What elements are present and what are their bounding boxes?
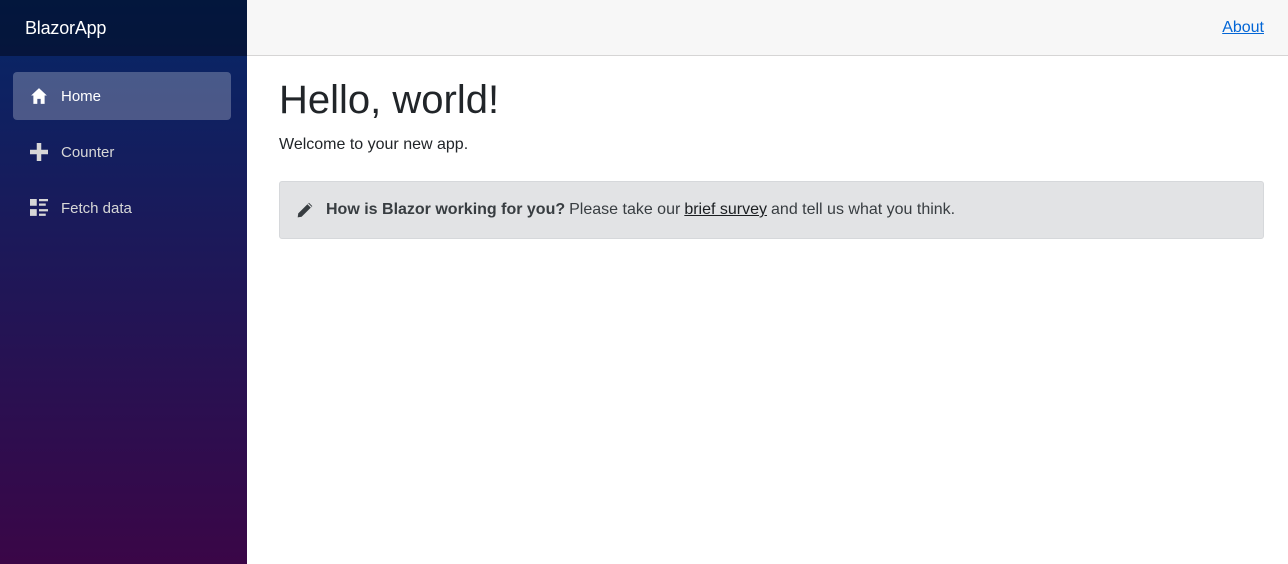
main-area: About Hello, world! Welcome to your new … bbox=[247, 0, 1288, 564]
content: Hello, world! Welcome to your new app. H… bbox=[247, 56, 1288, 239]
brand-bar: BlazorApp bbox=[0, 0, 247, 56]
about-link[interactable]: About bbox=[1222, 19, 1264, 37]
sidebar-nav: Home Counter Fetch data bbox=[0, 56, 247, 232]
pencil-icon bbox=[296, 201, 314, 219]
nav-item-label: Fetch data bbox=[61, 199, 132, 217]
survey-link[interactable]: brief survey bbox=[684, 201, 767, 219]
brand-link[interactable]: BlazorApp bbox=[25, 18, 106, 39]
survey-suffix: and tell us what you think. bbox=[771, 201, 956, 218]
nav-item-counter[interactable]: Counter bbox=[13, 128, 231, 176]
list-rich-icon bbox=[29, 198, 49, 218]
nav-item-fetch-data[interactable]: Fetch data bbox=[13, 184, 231, 232]
survey-prompt: How is Blazor working for you? Please ta… bbox=[279, 181, 1264, 239]
plus-icon bbox=[29, 142, 49, 162]
nav-item-home[interactable]: Home bbox=[13, 72, 231, 120]
page-title: Hello, world! bbox=[279, 78, 500, 122]
nav-item-label: Home bbox=[61, 87, 102, 105]
welcome-text: Welcome to your new app. bbox=[279, 136, 469, 153]
survey-prefix: Please take our bbox=[569, 201, 681, 218]
survey-question: How is Blazor working for you? bbox=[326, 201, 566, 218]
home-icon bbox=[29, 86, 49, 106]
app-root: BlazorApp Home Counter Fetch data About … bbox=[0, 0, 1288, 564]
top-row: About bbox=[247, 0, 1288, 56]
nav-item-label: Counter bbox=[61, 143, 115, 161]
sidebar: BlazorApp Home Counter Fetch data bbox=[0, 0, 247, 564]
